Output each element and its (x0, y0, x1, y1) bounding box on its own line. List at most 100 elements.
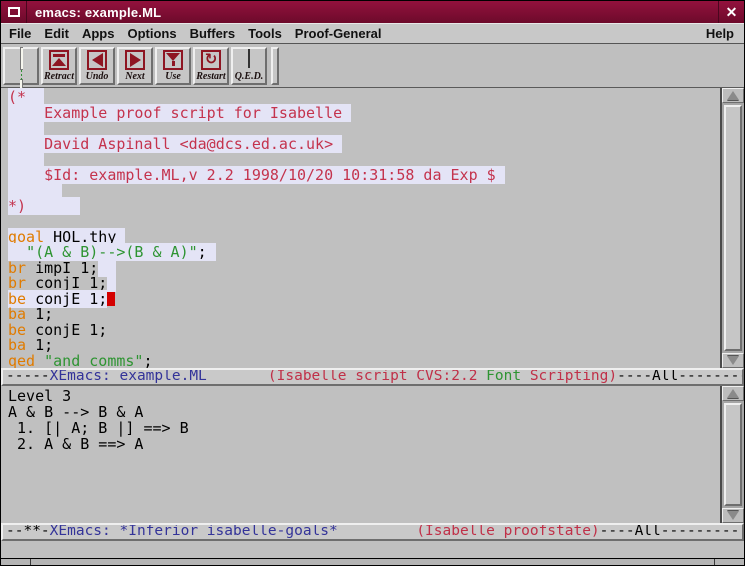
scrollbar-thumb[interactable] (724, 105, 742, 351)
close-icon: ✕ (726, 4, 738, 21)
modeline-segment: XEmacs: *Inferior isabelle-goals* (50, 523, 338, 539)
menu-item-file[interactable]: File (9, 26, 31, 41)
menu-item-help[interactable]: Help (706, 26, 744, 41)
titlebar[interactable]: emacs: example.ML ✕ (1, 1, 744, 23)
use-icon (163, 50, 183, 70)
menu-item-proof-general[interactable]: Proof-General (295, 26, 382, 41)
scrollbar-thumb[interactable] (724, 403, 742, 506)
down-triangle-icon (727, 356, 739, 365)
menu-item-tools[interactable]: Tools (248, 26, 282, 41)
modeline-segment: (Isabelle script CVS:2.2 (268, 368, 486, 384)
menu-item-apps[interactable]: Apps (82, 26, 115, 41)
code-segment (342, 104, 351, 122)
goals-line: 2. A & B ==> A (8, 436, 720, 452)
toolbar-buttons: Goal Retract Undo Next Use ↻Restart Q.E.D. (3, 47, 267, 85)
text-cursor (107, 292, 115, 306)
modeline-segment (521, 368, 530, 384)
toolbar-button-undo[interactable]: Undo (79, 47, 115, 85)
qed-image-icon (248, 50, 250, 68)
resize-handle-left[interactable] (1, 559, 31, 566)
modeline-segment: --**- (6, 523, 50, 539)
modeline-segment: XEmacs: example.ML (50, 368, 207, 384)
toolbar-button-use[interactable]: Use (155, 47, 191, 85)
scrollbar-trough[interactable] (722, 401, 744, 508)
script-buffer[interactable]: (* Example proof script for Isabelle Dav… (1, 88, 720, 368)
toolbar-button-label: Next (125, 72, 144, 82)
toolbar-divider[interactable] (271, 47, 279, 85)
menu-items: File Edit Apps Options Buffers Tools Proof-Gen… (1, 26, 381, 41)
script-window: (* Example proof script for Isabelle Dav… (1, 88, 744, 368)
code-segment: David Aspinall <da@dcs.ed.ac.uk> (8, 135, 333, 153)
modeline-segment (207, 368, 268, 384)
goals-buffer[interactable]: Level 3A & B --> B & A 1. [| A; B |] ==>… (1, 386, 720, 523)
code-segment (333, 135, 342, 153)
script-line: qed "and_comms"; (8, 354, 720, 369)
close-button[interactable]: ✕ (718, 1, 744, 23)
goals-window: Level 3A & B --> B & A 1. [| A; B |] ==>… (1, 386, 744, 523)
scrollbar-up-arrow[interactable] (722, 88, 744, 103)
toolbar-button-label: Retract (44, 72, 74, 82)
toolbar-button-label: Use (165, 72, 181, 82)
scrollbar-down-arrow[interactable] (722, 353, 744, 368)
window-resize-bar[interactable] (1, 558, 744, 566)
toolbar-button-label: Undo (86, 72, 109, 82)
window-menu-icon (8, 7, 20, 17)
script-scrollbar[interactable] (720, 88, 744, 368)
script-line: David Aspinall <da@dcs.ed.ac.uk> (8, 137, 720, 153)
down-triangle-icon (727, 511, 739, 520)
toolbar-button-goal[interactable]: Goal (3, 47, 39, 85)
modeline-segment: Font (486, 368, 521, 384)
code-segment: $Id: example.ML,v 2.2 1998/10/20 10:31:5… (8, 166, 496, 184)
window-menu-button[interactable] (1, 1, 27, 23)
goals-line: Level 3 (8, 388, 720, 404)
script-line: be conjE 1; (8, 323, 720, 339)
goals-scrollbar[interactable] (720, 386, 744, 523)
toolbar-button-restart[interactable]: ↻Restart (193, 47, 229, 85)
modeline-segment: (Isabelle proofstate) (416, 523, 599, 539)
scrollbar-trough[interactable] (722, 103, 744, 353)
up-triangle-icon (727, 389, 739, 398)
code-segment: ; (198, 243, 207, 261)
toolbar: Goal Retract Undo Next Use ↻Restart Q.E.D. (1, 44, 744, 88)
xemacs-window: emacs: example.ML ✕ File Edit Apps Options B… (0, 0, 745, 566)
scrollbar-down-arrow[interactable] (722, 508, 744, 523)
script-line: $Id: example.ML,v 2.2 1998/10/20 10:31:5… (8, 168, 720, 184)
code-segment: "and_comms" (44, 352, 143, 369)
modeline-script[interactable]: -----XEmacs: example.ML (Isabelle script… (1, 368, 744, 386)
next-icon (125, 50, 145, 70)
code-segment: *) (8, 197, 26, 215)
script-line: be conjE 1; (8, 292, 720, 308)
goals-line: A & B --> B & A (8, 404, 720, 420)
menu-item-buffers[interactable]: Buffers (190, 26, 236, 41)
code-segment (35, 352, 44, 369)
modeline-segment: ----All--------- (600, 523, 740, 539)
up-triangle-icon (727, 91, 739, 100)
menubar: File Edit Apps Options Buffers Tools Proof-Gen… (1, 23, 744, 44)
code-segment (207, 243, 216, 261)
script-line: ba 1; (8, 307, 720, 323)
toolbar-button-retract[interactable]: Retract (41, 47, 77, 85)
minibuffer[interactable] (1, 541, 744, 558)
script-line (8, 183, 720, 199)
toolbar-button-next[interactable]: Next (117, 47, 153, 85)
resize-handle-right[interactable] (714, 559, 744, 566)
scrollbar-up-arrow[interactable] (722, 386, 744, 401)
toolbar-button-qed[interactable]: Q.E.D. (231, 47, 267, 85)
script-line: Example proof script for Isabelle (8, 106, 720, 122)
toolbar-button-label: Restart (196, 72, 225, 82)
code-segment (26, 197, 80, 215)
goals-line: 1. [| A; B |] ==> B (8, 420, 720, 436)
script-line: *) (8, 199, 720, 215)
menu-item-options[interactable]: Options (127, 26, 176, 41)
script-line: br conjI 1; (8, 276, 720, 292)
menu-item-edit[interactable]: Edit (44, 26, 69, 41)
modeline-goals[interactable]: --**-XEmacs: *Inferior isabelle-goals* (… (1, 523, 744, 541)
modeline-segment: ----- (6, 368, 50, 384)
undo-icon (87, 50, 107, 70)
code-segment (496, 166, 505, 184)
toolbar-button-label: Q.E.D. (235, 72, 264, 82)
modeline-segment (338, 523, 417, 539)
retract-icon (49, 50, 69, 70)
code-segment: Example proof script for Isabelle (8, 104, 342, 122)
modeline-segment: Scripting) (530, 368, 617, 384)
